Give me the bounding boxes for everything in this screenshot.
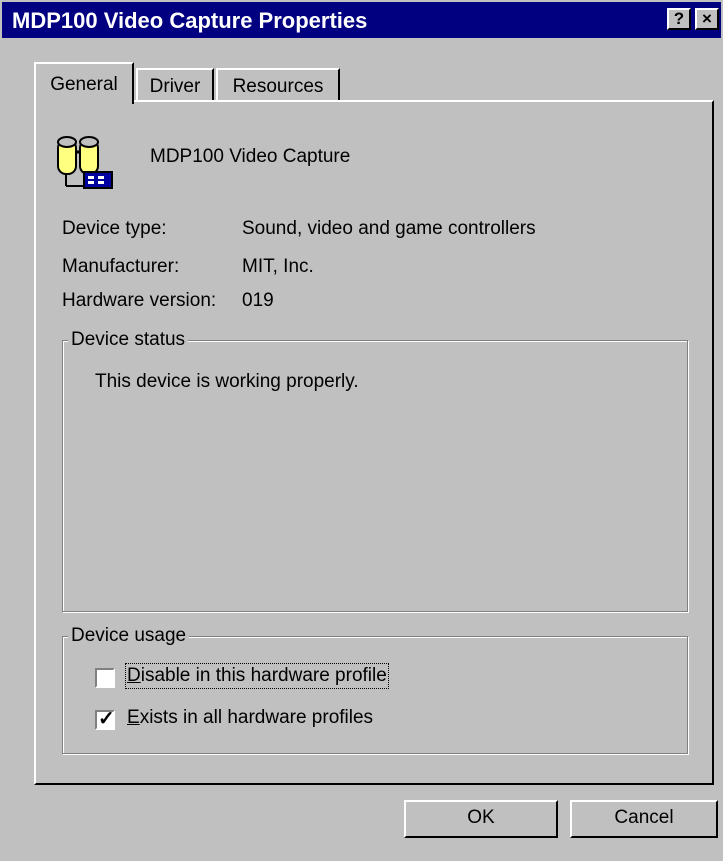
window-title: MDP100 Video Capture Properties xyxy=(12,8,368,33)
cancel-button[interactable]: Cancel xyxy=(570,800,718,838)
disable-profile-checkbox[interactable] xyxy=(95,668,115,688)
disable-profile-label[interactable]: Disable in this hardware profile xyxy=(125,663,389,689)
device-status-text: This device is working properly. xyxy=(95,371,359,392)
device-status-group: Device status This device is working pro… xyxy=(62,329,688,612)
exists-all-profiles-label[interactable]: Exists in all hardware profiles xyxy=(127,707,373,729)
checkmark-icon: ✓ xyxy=(98,708,115,730)
tab-resources[interactable]: Resources xyxy=(216,68,340,101)
hardware-version-label: Hardware version: xyxy=(62,290,217,311)
device-type-value: Sound, video and game controllers xyxy=(242,218,536,239)
tab-general[interactable]: General xyxy=(34,62,134,104)
exists-all-profiles-checkbox[interactable]: ✓ xyxy=(95,708,115,730)
tab-resources-label: Resources xyxy=(232,76,324,97)
device-usage-legend: Device usage xyxy=(68,625,190,647)
tab-general-label: General xyxy=(50,74,118,95)
tab-driver-label: Driver xyxy=(149,76,201,97)
general-tab-panel: MDP100 Video Capture Device type: Sound,… xyxy=(34,100,714,785)
help-button[interactable]: ? xyxy=(667,8,691,30)
manufacturer-label: Manufacturer: xyxy=(62,256,180,277)
device-name: MDP100 Video Capture xyxy=(150,146,351,167)
exists-all-profiles-option[interactable]: ✓ Exists in all hardware profiles xyxy=(95,707,475,733)
device-status-legend: Device status xyxy=(68,329,189,351)
disable-profile-option[interactable]: Disable in this hardware profile xyxy=(95,663,475,691)
title-bar[interactable]: MDP100 Video Capture Properties ? × xyxy=(2,2,721,38)
video-capture-device-icon xyxy=(54,132,116,194)
tab-driver[interactable]: Driver xyxy=(136,68,214,101)
close-button[interactable]: × xyxy=(695,8,719,30)
properties-window: MDP100 Video Capture Properties ? × Gene… xyxy=(0,0,723,861)
device-type-label: Device type: xyxy=(62,218,167,239)
hardware-version-value: 019 xyxy=(242,290,274,311)
manufacturer-value: MIT, Inc. xyxy=(242,256,314,277)
ok-button[interactable]: OK xyxy=(404,800,558,838)
device-usage-group: Device usage Disable in this hardware pr… xyxy=(62,625,688,754)
